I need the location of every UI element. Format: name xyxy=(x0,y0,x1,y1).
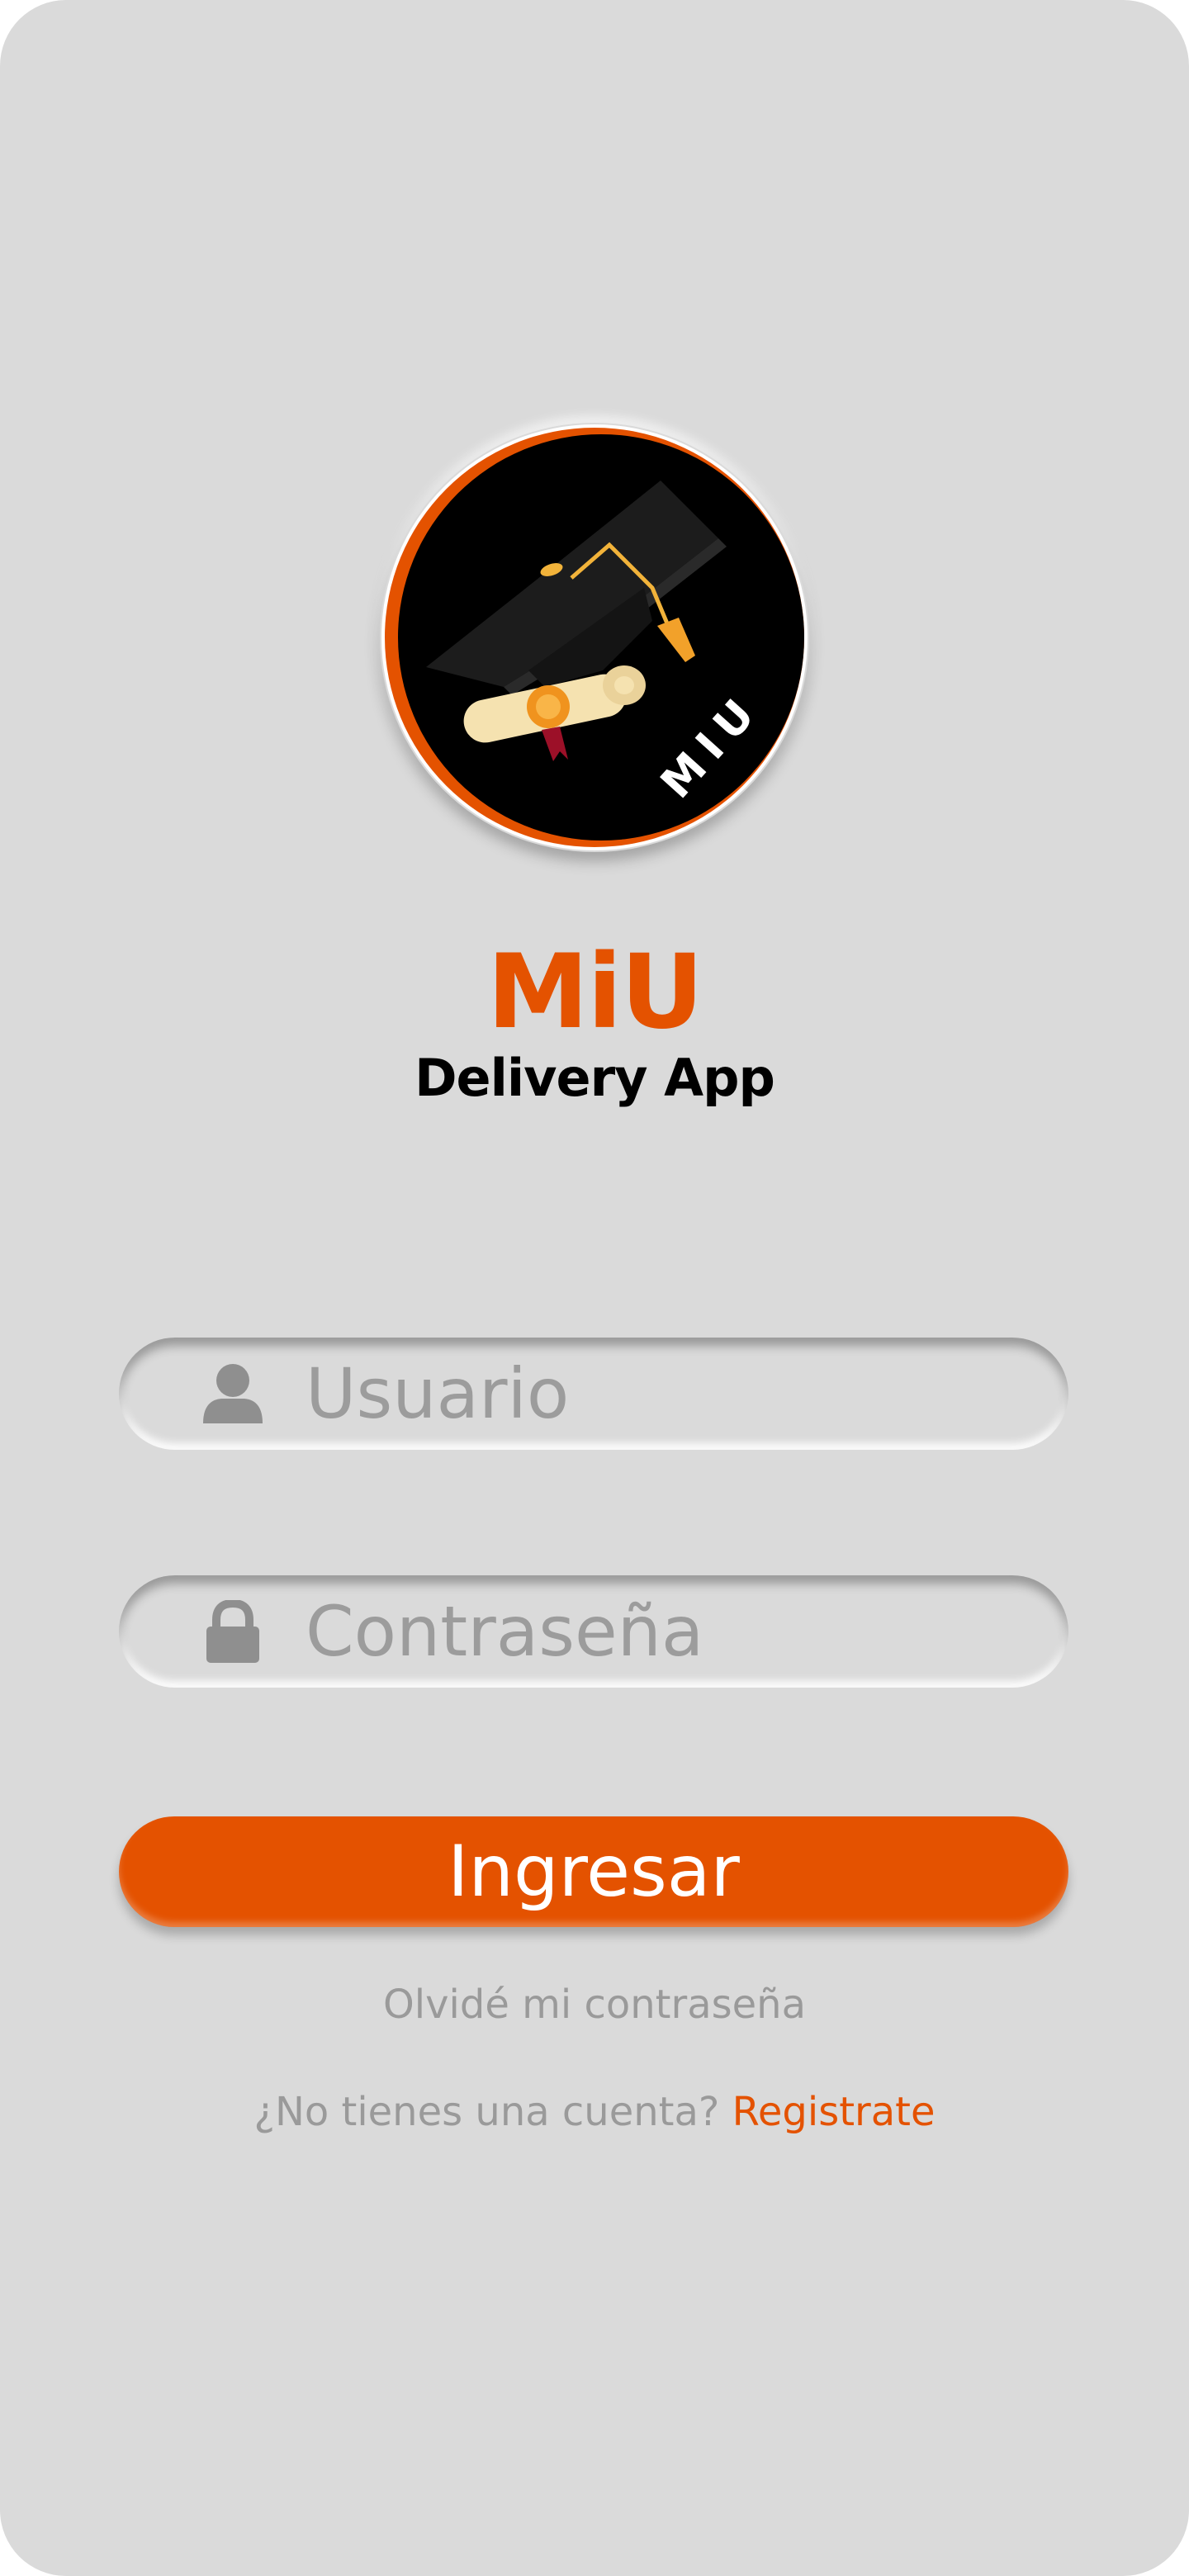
lock-icon xyxy=(206,1600,259,1663)
app-title: MiU xyxy=(486,933,704,1052)
register-prompt: ¿No tienes una cuenta? Registrate xyxy=(0,2086,1189,2138)
app-logo: MIU xyxy=(380,423,809,852)
graduation-cap-diploma-logo-icon: MIU xyxy=(381,424,808,850)
password-field[interactable] xyxy=(119,1575,1068,1688)
forgot-password-link[interactable]: Olvidé mi contraseña xyxy=(0,1978,1189,2031)
user-icon xyxy=(203,1364,263,1423)
register-link[interactable]: Registrate xyxy=(732,2089,936,2135)
app-subtitle: Delivery App xyxy=(414,1048,775,1108)
login-button[interactable]: Ingresar xyxy=(119,1816,1068,1927)
username-input[interactable] xyxy=(306,1338,1032,1450)
no-account-text: ¿No tienes una cuenta? xyxy=(253,2089,720,2135)
password-input[interactable] xyxy=(306,1575,1032,1688)
username-field[interactable] xyxy=(119,1338,1068,1450)
login-screen: MIU MiU Delivery App Ingresar Olvidé mi … xyxy=(0,0,1189,2576)
